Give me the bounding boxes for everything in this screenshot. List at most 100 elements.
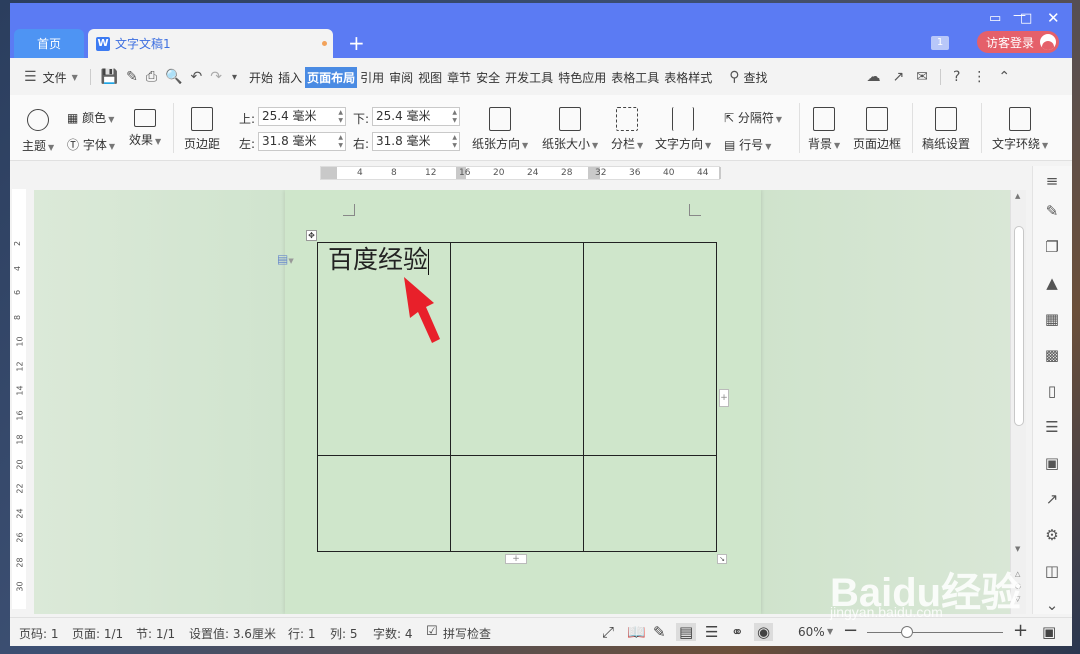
outline-view-icon[interactable]: ☰ bbox=[705, 623, 718, 641]
close-icon[interactable]: ✕ bbox=[1047, 9, 1060, 27]
theme-button[interactable]: 主题 ▼ bbox=[22, 109, 54, 154]
guest-login-button[interactable]: 访客登录 bbox=[977, 31, 1059, 53]
page-view-icon[interactable]: ▤ bbox=[676, 623, 697, 641]
print-icon[interactable]: ⎙ bbox=[146, 69, 157, 85]
spinner-icon[interactable]: ▲ ▼ bbox=[452, 134, 457, 150]
sidebar-collapse-icon[interactable]: ≡ bbox=[1043, 172, 1061, 190]
menu-file[interactable]: 文件 bbox=[41, 67, 69, 88]
chevron-down-icon[interactable]: ▼ bbox=[72, 73, 78, 82]
menu-reference[interactable]: 引用 bbox=[358, 67, 386, 88]
menu-table-style[interactable]: 表格样式 bbox=[662, 67, 714, 88]
status-spell-check[interactable]: 拼写检查 bbox=[443, 625, 491, 642]
undo-icon[interactable]: ↶ bbox=[191, 69, 203, 85]
zoom-out-icon[interactable]: − bbox=[843, 620, 858, 641]
zoom-slider-track[interactable] bbox=[867, 632, 1003, 633]
image-icon[interactable]: ▣ bbox=[1043, 454, 1061, 472]
table-cell[interactable] bbox=[317, 455, 451, 552]
archive-box-icon[interactable]: ◫ bbox=[1043, 562, 1061, 580]
menu-security[interactable]: 安全 bbox=[474, 67, 502, 88]
table-cell[interactable] bbox=[583, 455, 717, 552]
menu-page-layout[interactable]: 页面布局 bbox=[305, 66, 358, 88]
left-margin-input[interactable]: 31.8 毫米 ▲ ▼ bbox=[258, 132, 346, 151]
vertical-scrollbar[interactable]: ▲ ▼ △ ○ ▽ bbox=[1010, 190, 1026, 614]
share-out-icon[interactable]: ↗ bbox=[1043, 490, 1061, 508]
color-button[interactable]: ▦ 颜色 ▼ bbox=[67, 109, 114, 126]
separator-button[interactable]: ⇱ 分隔符 ▼ bbox=[724, 109, 782, 126]
write-mode-icon[interactable]: ✎ bbox=[653, 623, 666, 641]
eye-protection-icon[interactable]: ◉ bbox=[754, 623, 774, 641]
spinner-icon[interactable]: ▲ ▼ bbox=[452, 109, 457, 125]
scroll-down-icon[interactable]: ▼ bbox=[1015, 545, 1020, 553]
cloud-icon[interactable]: ☁ bbox=[867, 69, 881, 85]
format-painter-icon[interactable]: ✎ bbox=[126, 69, 138, 85]
translate-icon[interactable]: ⚙ bbox=[1043, 526, 1061, 544]
fullscreen-icon[interactable]: ⤢ bbox=[602, 623, 614, 641]
web-view-icon[interactable]: ⚭ bbox=[731, 623, 744, 641]
status-pages[interactable]: 页面: 1/1 bbox=[72, 625, 123, 642]
bottom-margin-input[interactable]: 25.4 毫米 ▲ ▼ bbox=[372, 107, 460, 126]
line-number-button[interactable]: ▤ 行号 ▼ bbox=[724, 136, 771, 153]
paper-size-button[interactable]: 纸张大小 ▼ bbox=[542, 107, 598, 152]
menu-features[interactable]: 特色应用 bbox=[556, 67, 608, 88]
add-column-button[interactable]: + bbox=[719, 389, 729, 407]
font-button[interactable]: Ⓣ 字体 ▼ bbox=[67, 136, 115, 153]
status-row[interactable]: 行: 1 bbox=[288, 625, 316, 642]
horizontal-ruler[interactable]: 4 8 12 16 20 24 28 32 36 40 44 bbox=[320, 166, 721, 180]
tile-windows-icon[interactable]: ▭ bbox=[989, 11, 1001, 26]
menu-section[interactable]: 章节 bbox=[445, 67, 473, 88]
search-icon[interactable]: ⚲ bbox=[729, 69, 739, 85]
shapes-icon[interactable]: ❐ bbox=[1043, 238, 1061, 256]
maximize-icon[interactable]: □ bbox=[1020, 11, 1032, 26]
orientation-button[interactable]: 纸张方向 ▼ bbox=[472, 107, 528, 152]
right-margin-input[interactable]: 31.8 毫米 ▲ ▼ bbox=[372, 132, 460, 151]
sidebar-more-icon[interactable]: ⌄ bbox=[1043, 596, 1061, 614]
menu-insert[interactable]: 插入 bbox=[276, 67, 304, 88]
status-setting[interactable]: 设置值: 3.6厘米 bbox=[189, 625, 276, 642]
add-row-button[interactable]: + bbox=[505, 554, 527, 564]
table-resize-handle-icon[interactable]: ↘ bbox=[717, 554, 727, 564]
window-count-badge[interactable]: 1 bbox=[931, 36, 949, 50]
page-border-button[interactable]: 页面边框 bbox=[853, 107, 901, 152]
menu-table-tools[interactable]: 表格工具 bbox=[609, 67, 661, 88]
spinner-icon[interactable]: ▲ ▼ bbox=[338, 109, 343, 125]
quick-access-dropdown-icon[interactable]: ▾ bbox=[232, 72, 237, 83]
text-wrap-button[interactable]: 文字环绕 ▼ bbox=[992, 107, 1048, 152]
vertical-ruler[interactable]: 2 4 6 8 10 12 14 16 18 20 22 24 26 28 30 bbox=[12, 189, 26, 609]
tab-home[interactable]: 首页 bbox=[14, 29, 84, 58]
style-icon[interactable]: ▲ bbox=[1043, 274, 1061, 292]
share-icon[interactable]: ↗ bbox=[893, 69, 905, 85]
text-direction-button[interactable]: 文字方向 ▼ bbox=[655, 107, 711, 152]
status-page-number[interactable]: 页码: 1 bbox=[19, 625, 59, 642]
zoom-in-icon[interactable]: + bbox=[1013, 620, 1028, 641]
scroll-up-icon[interactable]: ▲ bbox=[1015, 192, 1020, 200]
menu-review[interactable]: 审阅 bbox=[387, 67, 415, 88]
document-page[interactable]: ✥ ▤▼ 百度经验 + + ↘ bbox=[277, 190, 761, 614]
redo-icon[interactable]: ↷ bbox=[210, 69, 222, 85]
columns-button[interactable]: 分栏 ▼ bbox=[611, 107, 643, 152]
spinner-icon[interactable]: ▲ ▼ bbox=[338, 134, 343, 150]
status-col[interactable]: 列: 5 bbox=[330, 625, 358, 642]
new-tab-plus-icon[interactable]: + bbox=[348, 31, 365, 55]
table-icon[interactable]: ▦ bbox=[1043, 310, 1061, 328]
hamburger-icon[interactable]: ☰ bbox=[24, 69, 37, 85]
table-cell[interactable] bbox=[583, 242, 717, 456]
help-icon[interactable]: ? bbox=[953, 69, 960, 85]
settings-sliders-icon[interactable]: ☰ bbox=[1043, 418, 1061, 436]
status-words[interactable]: 字数: 4 bbox=[373, 625, 413, 642]
spell-check-icon[interactable]: ☑ bbox=[426, 624, 438, 639]
menu-search[interactable]: 查找 bbox=[742, 67, 770, 88]
tab-document[interactable]: W 文字文稿1 bbox=[88, 29, 333, 58]
chart-icon[interactable]: ▯ bbox=[1043, 382, 1061, 400]
menu-view[interactable]: 视图 bbox=[416, 67, 444, 88]
menu-developer[interactable]: 开发工具 bbox=[503, 67, 555, 88]
print-preview-icon[interactable]: 🔍 bbox=[165, 69, 182, 85]
status-section[interactable]: 节: 1/1 bbox=[136, 625, 175, 642]
document-table[interactable]: 百度经验 bbox=[317, 242, 717, 552]
read-mode-icon[interactable]: 📖 bbox=[627, 623, 646, 641]
menu-start[interactable]: 开始 bbox=[247, 67, 275, 88]
save-icon[interactable]: 💾 bbox=[101, 69, 118, 85]
margin-button[interactable]: 页边距 bbox=[184, 107, 220, 152]
document-canvas[interactable]: ✥ ▤▼ 百度经验 + + ↘ bbox=[34, 190, 1010, 614]
scrollbar-thumb[interactable] bbox=[1014, 226, 1024, 426]
more-icon[interactable]: ⋮ bbox=[972, 69, 986, 85]
